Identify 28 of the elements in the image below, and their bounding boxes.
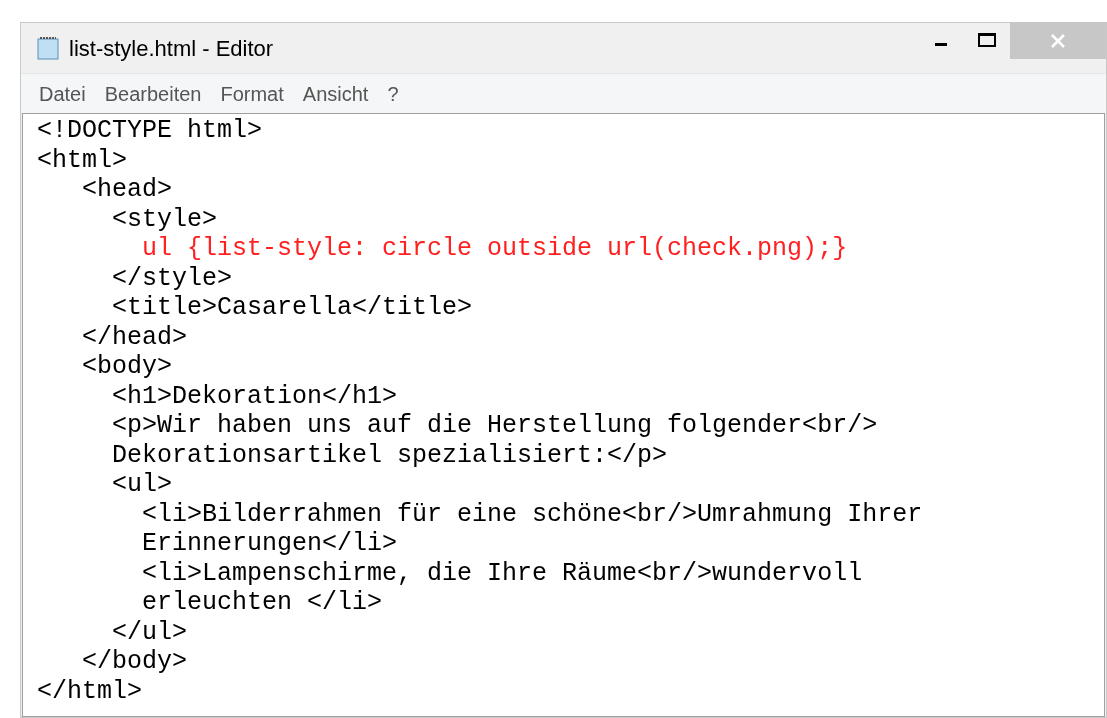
window-title: list-style.html - Editor [69,34,274,63]
code-line: <h1>Dekoration</h1> [111,381,398,411]
code-line: </head> [81,322,188,352]
menu-item[interactable]: Format [220,78,284,109]
code-line: <!DOCTYPE html> [37,116,263,146]
code-line: ul {list-style: circle outside url(check.png);} [141,234,848,264]
menu-item[interactable]: Bearbeiten [104,78,202,109]
close-icon [1051,34,1065,48]
code-line: </ul> [111,617,188,647]
code-line: <li>Lampenschirme, die Ihre Räume<br/>wundervoll [141,558,863,588]
code-line: <head> [81,175,173,205]
code-line: </body> [81,647,188,677]
menu-item[interactable]: Ansicht [302,78,369,109]
code-line: Erinnerungen</li> [141,529,398,559]
notepad-icon [35,35,61,61]
menu-item[interactable]: Datei [39,78,86,109]
code-line: <body> [81,352,173,382]
code-line: <html> [37,145,127,175]
code-line: <style> [111,204,218,234]
code-line: </style> [111,263,233,293]
menu-item[interactable]: ? [387,78,399,109]
code-line: <title>Casarella</title> [111,293,473,323]
code-line: <p>Wir haben uns auf die Herstellung folgender<br/> [111,411,878,441]
code-line: erleuchten </li> [141,588,383,618]
code-line: Dekorationsartikel spezialisiert:</p> [111,440,668,470]
code-line: </html> [37,676,143,706]
code-line: <li>Bilderrahmen für eine schöne<br/>Umrahmung Ihrer [141,499,923,529]
code-line: <ul> [111,470,173,500]
